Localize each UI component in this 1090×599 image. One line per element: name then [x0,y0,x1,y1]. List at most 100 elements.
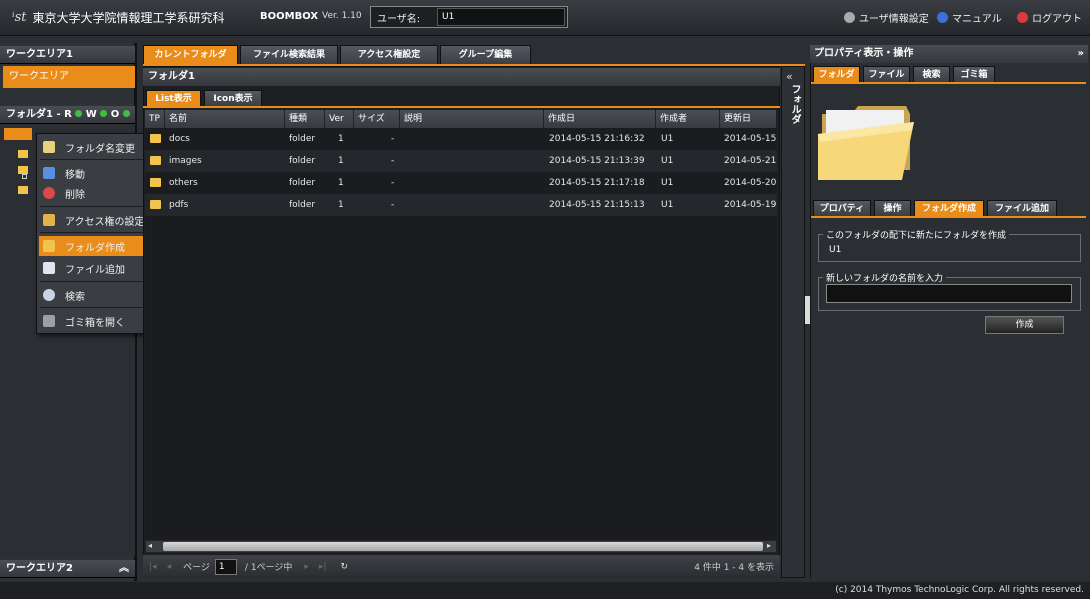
menu-divider [40,159,144,160]
menu-label: アクセス権の設定 [65,216,145,228]
col-type[interactable]: 種類 [285,110,325,128]
col-desc[interactable]: 説明 [400,110,544,128]
tab-trash[interactable]: ゴミ箱 [953,66,995,83]
cell-created: 2014-05-15 21:15:13 [549,200,645,210]
parent-folder-legend: このフォルダの配下に新たにフォルダを作成 [823,228,1010,241]
scroll-right-icon[interactable]: ▸ [767,541,771,550]
logout-link[interactable]: ログアウト [1017,10,1082,25]
tab-list-view[interactable]: List表示 [146,90,201,107]
folder-sidebar-collapsed[interactable] [781,66,805,578]
tab-operations[interactable]: 操作 [874,200,911,217]
first-page-icon[interactable]: |◂ [149,562,157,572]
cell-size: - [391,156,395,166]
pager: |◂ ◂ ページ 1 / 1ページ中 ▸ ▸| ↻ 4 件中 1 - 4 を表示 [143,555,780,578]
scrollbar-thumb[interactable] [163,542,763,551]
menu-divider [40,232,144,233]
last-page-icon[interactable]: ▸| [319,562,327,572]
cell-ver: 1 [338,178,344,188]
menu-label: フォルダ作成 [65,242,125,254]
menu-item-add-file[interactable]: ファイル追加 [39,258,145,278]
org-name: 東京大学大学院情報理工学系研究科 [32,11,225,25]
cell-created: 2014-05-15 21:17:18 [549,178,645,188]
table-row[interactable]: docs folder 1 - 2014-05-15 21:16:32 U1 2014-05… [145,128,777,150]
help-icon [937,12,948,23]
tab-search[interactable]: 検索 [913,66,950,83]
collapse-right-icon[interactable]: » [1078,45,1084,63]
col-size[interactable]: サイズ [354,110,400,128]
menu-item-trash[interactable]: ゴミ箱を開く [39,311,145,331]
rename-icon [43,141,55,153]
col-updated[interactable]: 更新日 [720,110,777,128]
main-tabs: カレントフォルダ ファイル検索結果 アクセス権設定 グループ編集 [143,45,783,65]
right-panel-title: プロパティ表示・操作 [814,48,914,59]
tab-create-folder[interactable]: フォルダ作成 [914,200,984,217]
table-row[interactable]: images folder 1 - 2014-05-15 21:13:39 U1 2014-… [145,150,777,172]
tab-access[interactable]: アクセス権設定 [340,45,438,64]
col-ver[interactable]: Ver [325,110,354,128]
page-input[interactable]: 1 [214,558,237,575]
tab-file[interactable]: ファイル [863,66,910,83]
tab-add-file[interactable]: ファイル追加 [987,200,1057,217]
tree-folder-icon[interactable] [18,166,28,174]
tab-current-folder[interactable]: カレントフォルダ [143,45,238,64]
cell-ver: 1 [338,156,344,166]
new-folder-legend: 新しいフォルダの名前を入力 [823,271,947,284]
menu-item-access[interactable]: アクセス権の設定 [39,210,145,230]
tree-folder-icon[interactable] [18,150,28,158]
folder-panel-header: フォルダ1 - R W O [0,106,135,124]
menu-item-create-folder[interactable]: フォルダ作成 [39,236,145,256]
tab-group-edit[interactable]: グループ編集 [440,45,531,64]
menu-divider [40,206,144,207]
tree-root-node[interactable] [4,128,32,140]
collapse-up-icon[interactable]: ︽ [119,560,129,578]
move-icon [43,167,55,179]
folder-icon [150,178,161,187]
user-label: ユーザ名: [377,13,421,25]
tree-folder-icon[interactable] [18,186,28,194]
right-panel-header: プロパティ表示・操作 » [810,45,1088,63]
next-page-icon[interactable]: ▸ [304,562,309,572]
menu-item-search[interactable]: 検索 [39,285,145,305]
workarea-item[interactable]: ワークエリア [3,66,135,88]
refresh-icon[interactable]: ↻ [340,562,348,572]
table-row[interactable]: others folder 1 - 2014-05-15 21:17:18 U1 2014-… [145,172,777,194]
menu-label: フォルダ名変更 [65,143,135,155]
cell-size: - [391,200,395,210]
create-button[interactable]: 作成 [985,316,1064,334]
cell-updated: 2014-05-15 2 [724,134,777,144]
manual-link[interactable]: マニュアル [937,10,1002,25]
tab-properties[interactable]: プロパティ [813,200,871,217]
tab-icon-view[interactable]: Icon表示 [204,90,262,107]
cell-type: folder [289,178,316,188]
col-name[interactable]: 名前 [165,110,285,128]
cell-type: folder [289,156,316,166]
context-menu: フォルダ名変更 移動 削除 アクセス権の設定 フォルダ作成 ファイル追加 検索 … [36,133,148,334]
table-row[interactable]: pdfs folder 1 - 2014-05-15 21:15:13 U1 2014-05… [145,194,777,216]
col-tp[interactable]: TP [145,110,165,128]
prev-page-icon[interactable]: ◂ [167,562,172,572]
ist-logo-icon: ⁱst [12,10,27,25]
user-settings-link[interactable]: ユーザ情報設定 [844,10,929,25]
scroll-left-icon[interactable]: ◂ [148,541,152,550]
workarea2-header[interactable]: ワークエリア2 ︽ [0,560,135,578]
org-logo: ⁱst 東京大学大学院情報理工学系研究科 [12,9,225,26]
cell-updated: 2014-05-21 1 [724,156,777,166]
cell-size: - [391,178,395,188]
page-label: ページ [183,563,210,573]
col-author[interactable]: 作成者 [656,110,720,128]
menu-item-move[interactable]: 移動 [39,163,145,183]
new-folder-name-input[interactable] [826,284,1072,303]
center-panel-title: フォルダ1 [143,68,780,86]
tab-folder[interactable]: フォルダ [813,66,860,83]
menu-item-delete[interactable]: 削除 [39,183,145,203]
tab-search-results[interactable]: ファイル検索結果 [240,45,338,64]
owner-perm-label: O [110,109,120,120]
expand-icon[interactable]: « [786,70,793,83]
workarea1-header[interactable]: ワークエリア1 [0,46,135,64]
tree-expand-icon[interactable] [22,174,27,179]
logout-label: ログアウト [1032,14,1082,25]
user-field[interactable]: U1 [437,8,565,26]
menu-item-rename[interactable]: フォルダ名変更 [39,137,145,157]
menu-label: ゴミ箱を開く [65,317,125,329]
col-created[interactable]: 作成日 [544,110,656,128]
